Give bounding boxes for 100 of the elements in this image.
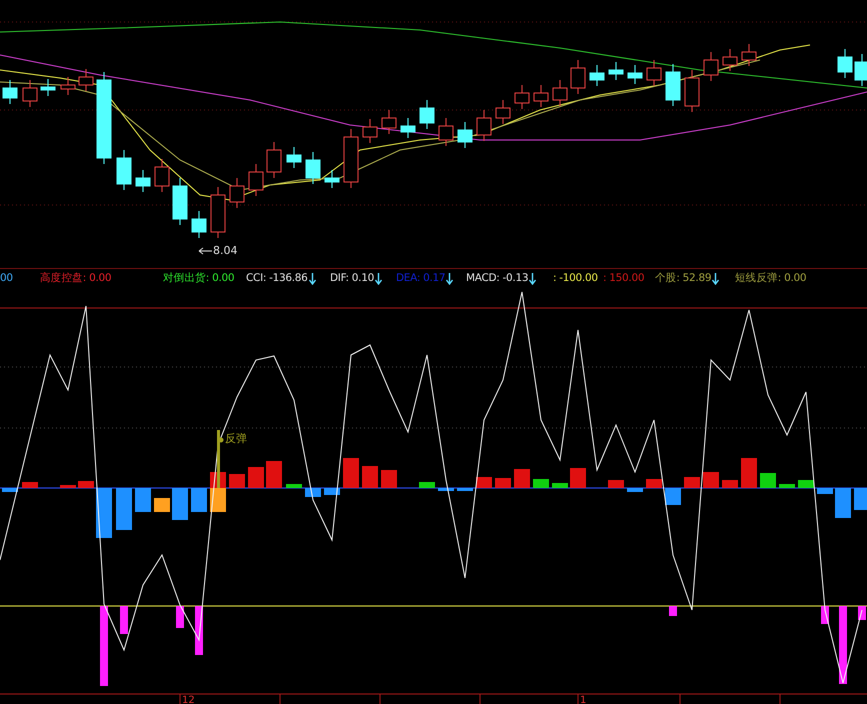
macd-bar bbox=[514, 469, 530, 488]
candlestick bbox=[420, 100, 434, 130]
macd-bar bbox=[343, 458, 359, 488]
macd-bar bbox=[476, 477, 492, 488]
price-label: 8.04 bbox=[213, 244, 238, 257]
axis-label: 12 bbox=[182, 696, 195, 704]
macd-bar bbox=[229, 474, 245, 488]
macd-bar bbox=[22, 482, 38, 488]
macd-bar bbox=[96, 488, 112, 538]
signal-bar bbox=[176, 606, 184, 628]
macd-bar bbox=[646, 479, 662, 488]
signal-bar bbox=[669, 606, 677, 616]
candlestick bbox=[230, 178, 244, 208]
signal-bar bbox=[858, 606, 866, 620]
candlestick bbox=[2, 80, 18, 104]
macd-bar bbox=[608, 480, 624, 488]
macd-bar bbox=[457, 488, 473, 491]
candlestick bbox=[646, 60, 662, 86]
indicator-value: 个股: 52.89 bbox=[655, 272, 712, 285]
macd-bar bbox=[722, 480, 738, 488]
macd-bar bbox=[78, 481, 94, 488]
macd-bar bbox=[116, 488, 132, 530]
macd-bar bbox=[779, 484, 795, 488]
candlestick bbox=[192, 210, 206, 238]
macd-bar bbox=[570, 468, 586, 488]
macd-bar bbox=[665, 488, 681, 505]
macd-bar bbox=[381, 470, 397, 488]
candlestick bbox=[552, 80, 568, 106]
candlestick bbox=[172, 178, 188, 226]
axis-label: 1 bbox=[580, 696, 586, 704]
macd-bar bbox=[154, 498, 170, 512]
candlestick bbox=[154, 158, 170, 192]
signal-bar bbox=[120, 606, 128, 634]
macd-bar bbox=[684, 477, 700, 488]
candlestick bbox=[286, 146, 302, 168]
macd-bar bbox=[854, 488, 867, 510]
macd-bar bbox=[362, 466, 378, 488]
indicator-value: 高度控盘: 0.00 bbox=[40, 272, 112, 285]
macd-bar bbox=[248, 467, 264, 488]
candlestick bbox=[438, 118, 454, 146]
candlestick bbox=[210, 186, 226, 238]
candlestick bbox=[534, 84, 548, 108]
indicator-value: DIF: 0.10 bbox=[330, 272, 374, 285]
macd-bar bbox=[305, 488, 321, 497]
indicator-value: 短线反弹: 0.00 bbox=[735, 272, 806, 285]
candlestick bbox=[608, 62, 624, 80]
indicator-value: DEA: 0.17 bbox=[396, 272, 446, 285]
signal-marker bbox=[217, 430, 224, 488]
indicator-value: MACD: -0.13 bbox=[466, 272, 528, 285]
candlestick bbox=[722, 48, 738, 72]
candlestick bbox=[496, 100, 510, 124]
macd-bar bbox=[60, 485, 76, 488]
macd-bar bbox=[741, 458, 757, 488]
candlestick bbox=[116, 150, 132, 190]
macd-bar bbox=[552, 483, 568, 488]
candlestick bbox=[324, 170, 340, 188]
candlestick bbox=[742, 44, 756, 66]
indicator-value: CCI: -136.86 bbox=[246, 272, 308, 285]
left-arrow-icon bbox=[198, 246, 212, 254]
indicator-value: 00 bbox=[0, 272, 13, 285]
candlestick bbox=[570, 60, 586, 94]
macd-bar bbox=[817, 488, 833, 494]
candlestick bbox=[344, 128, 358, 188]
macd-bar bbox=[703, 472, 719, 488]
candlestick bbox=[266, 142, 282, 178]
candlestick bbox=[838, 48, 852, 78]
macd-bar bbox=[438, 488, 454, 491]
candlestick bbox=[78, 68, 94, 92]
macd-bar bbox=[627, 488, 643, 492]
candlestick bbox=[382, 110, 396, 134]
macd-bar bbox=[191, 488, 207, 512]
candlestick bbox=[684, 70, 700, 112]
candlestick bbox=[248, 164, 264, 196]
macd-bar bbox=[2, 488, 18, 492]
indicator-value: 对倒出货: 0.00 bbox=[163, 272, 234, 285]
candlestick bbox=[136, 170, 150, 192]
macd-bar bbox=[495, 478, 511, 488]
macd-bar bbox=[135, 488, 151, 512]
indicator-value: : -100.00 bbox=[553, 272, 598, 285]
macd-bar bbox=[286, 484, 302, 488]
candlestick bbox=[628, 64, 642, 84]
candlestick bbox=[476, 110, 492, 142]
candlestick bbox=[590, 64, 604, 86]
candlestick bbox=[60, 76, 76, 96]
candlestick bbox=[666, 64, 680, 106]
candlestick bbox=[306, 152, 320, 184]
macd-bar bbox=[533, 479, 549, 488]
macd-bar bbox=[266, 461, 282, 488]
macd-bar bbox=[324, 488, 340, 495]
candlestick bbox=[362, 118, 378, 144]
candlestick bbox=[40, 78, 56, 96]
macd-bar bbox=[798, 480, 814, 488]
macd-bar bbox=[419, 482, 435, 488]
indicator-value: : 150.00 bbox=[603, 272, 644, 285]
macd-bar bbox=[835, 488, 851, 518]
candlestick bbox=[854, 54, 867, 86]
candlestick bbox=[400, 118, 416, 138]
candlestick bbox=[514, 84, 530, 110]
signal-label: 反弹 bbox=[225, 432, 247, 445]
macd-bar bbox=[760, 473, 776, 488]
